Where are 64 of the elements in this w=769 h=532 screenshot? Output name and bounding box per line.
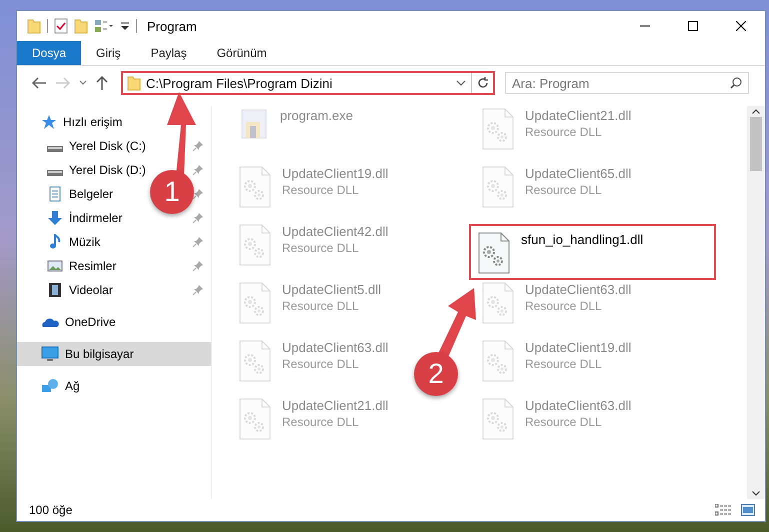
gear-file-icon bbox=[481, 340, 515, 382]
ribbon-tab[interactable]: Paylaş bbox=[136, 41, 202, 65]
scroll-down-icon[interactable] bbox=[752, 491, 760, 496]
pin-icon bbox=[193, 189, 203, 199]
drive-icon bbox=[47, 170, 63, 176]
gear-file-icon bbox=[238, 224, 272, 266]
nav-item[interactable]: Hızlı erişim bbox=[17, 110, 211, 134]
nav-item[interactable]: Videolar bbox=[17, 278, 211, 302]
folder-icon bbox=[127, 75, 141, 91]
pin-icon bbox=[193, 261, 203, 271]
nav-item[interactable]: Müzik bbox=[17, 230, 211, 254]
details-view-icon[interactable] bbox=[715, 504, 733, 516]
minimize-icon bbox=[640, 25, 650, 27]
network-icon bbox=[41, 378, 59, 394]
music-note-icon bbox=[47, 234, 63, 250]
pin-icon bbox=[193, 141, 203, 151]
gear-file-icon bbox=[238, 166, 272, 208]
nav-item[interactable]: OneDrive bbox=[17, 310, 211, 334]
ribbon-tab[interactable]: Dosya bbox=[17, 41, 82, 65]
gear-file-icon bbox=[481, 282, 515, 324]
item-count: 100 öğe bbox=[29, 503, 72, 517]
address-bar[interactable]: C:\Program Files\Program Dizini bbox=[121, 71, 495, 95]
window-title: Program bbox=[147, 18, 197, 34]
download-arrow-icon bbox=[47, 210, 63, 226]
nav-item[interactable]: Resimler bbox=[17, 254, 211, 278]
gear-file-icon bbox=[238, 398, 272, 440]
close-icon bbox=[736, 21, 746, 31]
maximize-icon bbox=[688, 21, 698, 31]
search-field[interactable]: Ara: Program bbox=[505, 72, 749, 94]
gear-file-icon bbox=[481, 166, 515, 208]
recent-locations-button[interactable] bbox=[79, 79, 87, 87]
ribbon-tab[interactable]: Görünüm bbox=[202, 41, 282, 65]
scrollbar[interactable] bbox=[747, 106, 765, 499]
computer-icon bbox=[41, 346, 59, 362]
pin-icon bbox=[193, 165, 203, 175]
large-icons-view-icon[interactable] bbox=[741, 504, 755, 516]
document-icon bbox=[47, 186, 63, 202]
nav-item[interactable]: Bu bilgisayar bbox=[17, 342, 211, 366]
drive-icon bbox=[47, 146, 63, 152]
gear-file-icon bbox=[481, 398, 515, 440]
pin-icon bbox=[193, 213, 203, 223]
dropdown-caret-icon[interactable] bbox=[456, 79, 466, 87]
up-button[interactable] bbox=[95, 75, 109, 91]
scroll-thumb[interactable] bbox=[750, 117, 762, 171]
pin-icon bbox=[193, 285, 203, 295]
search-icon bbox=[730, 77, 742, 89]
nav-item[interactable]: Ağ bbox=[17, 374, 211, 398]
back-button[interactable] bbox=[31, 76, 47, 90]
scroll-up-icon[interactable] bbox=[752, 109, 760, 114]
gear-file-icon bbox=[481, 108, 515, 150]
file-item[interactable]: sfun_io_handling1.dll bbox=[471, 226, 714, 278]
gear-file-icon bbox=[238, 282, 272, 324]
film-icon bbox=[47, 282, 63, 298]
picture-icon bbox=[47, 258, 63, 274]
refresh-icon bbox=[476, 77, 488, 89]
properties-icon[interactable] bbox=[54, 18, 68, 34]
pin-icon bbox=[193, 237, 203, 247]
ribbon-tab[interactable]: Giriş bbox=[81, 41, 136, 65]
gear-file-icon bbox=[238, 340, 272, 382]
new-folder-icon bbox=[74, 18, 88, 34]
folder-icon bbox=[27, 18, 41, 34]
view-dropdown-icon[interactable] bbox=[94, 19, 114, 33]
gear-file-icon bbox=[477, 232, 511, 274]
star-icon bbox=[41, 114, 57, 130]
